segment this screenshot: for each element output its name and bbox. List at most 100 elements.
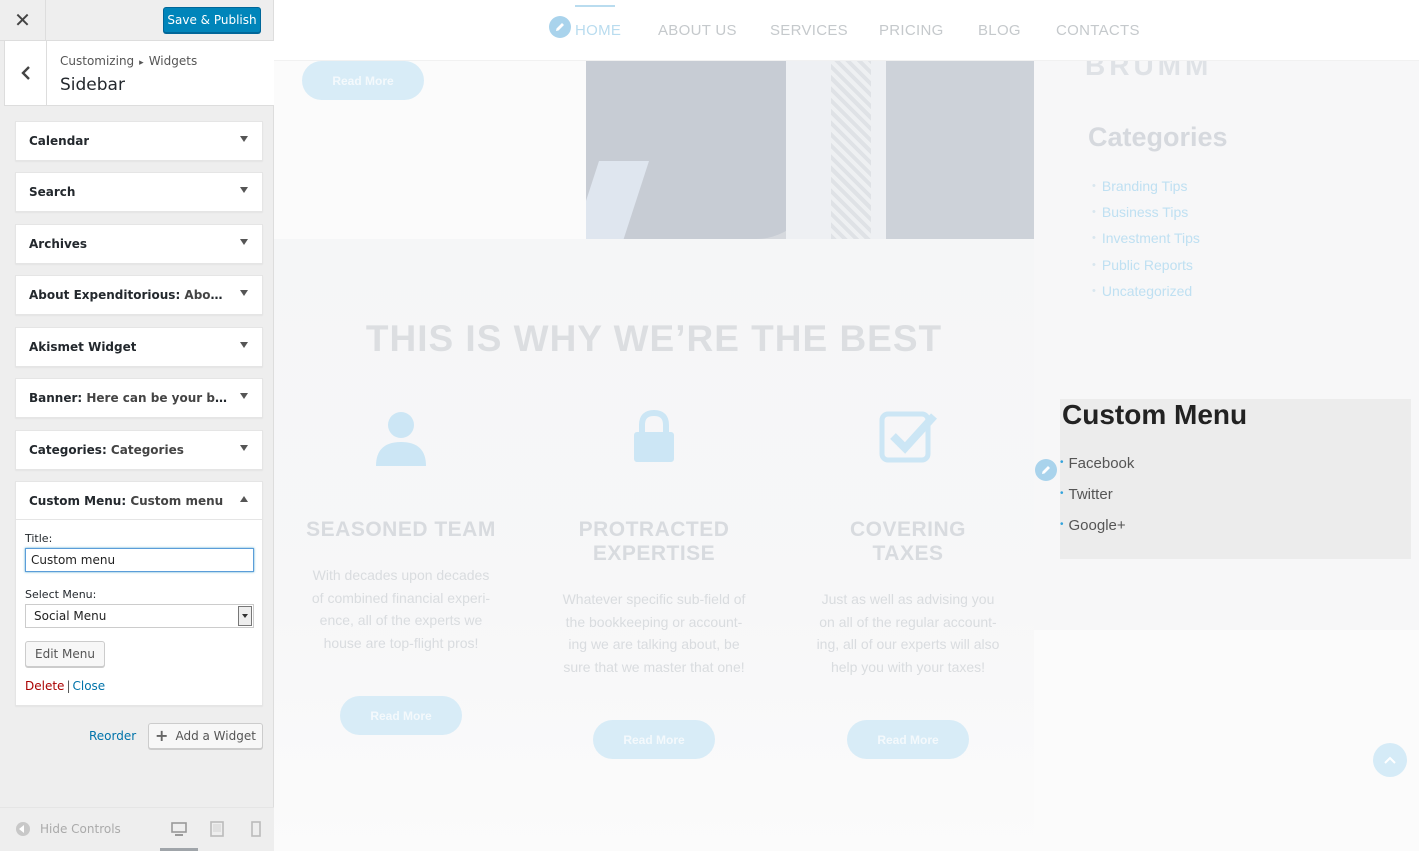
- close-link[interactable]: Close: [72, 679, 105, 693]
- edit-menu-button[interactable]: Edit Menu: [25, 641, 105, 667]
- widget-title: Akismet Widget: [29, 340, 137, 354]
- title-label: Title:: [25, 532, 53, 545]
- desktop-preview-icon[interactable]: [171, 821, 187, 837]
- categories-title: Categories: [1088, 122, 1228, 152]
- feature-title: SEASONED TEAM: [306, 518, 496, 541]
- delete-link[interactable]: Delete: [25, 679, 64, 693]
- breadcrumb-customizing: Customizing: [60, 54, 135, 68]
- expand-arrow-icon[interactable]: [240, 136, 248, 142]
- nav-pricing[interactable]: PRICING: [879, 22, 944, 39]
- read-more-button[interactable]: Read More: [302, 61, 424, 100]
- widget-title: About Expenditorious: About Ex...: [29, 288, 229, 302]
- add-widget-button[interactable]: + Add a Widget: [148, 723, 263, 749]
- widget-title: Calendar: [29, 134, 90, 148]
- expand-arrow-icon[interactable]: [240, 187, 248, 193]
- edit-shortcut-icon[interactable]: [549, 16, 571, 38]
- section-header: Customizing ▸ Widgets Sidebar: [4, 41, 274, 106]
- back-button[interactable]: [5, 41, 47, 105]
- category-link[interactable]: Business Tips: [1092, 199, 1200, 225]
- customizer-footer: Hide Controls: [0, 807, 274, 851]
- widget-search[interactable]: Search: [15, 172, 263, 212]
- expand-arrow-icon[interactable]: [240, 290, 248, 296]
- checkbox-icon: [879, 411, 937, 463]
- expand-arrow-icon[interactable]: [240, 393, 248, 399]
- widget-title: Custom Menu: Custom menu: [29, 493, 224, 508]
- select-menu-label: Select Menu:: [25, 588, 97, 601]
- breadcrumb: Customizing ▸ Widgets: [60, 54, 197, 68]
- feature-text-line: help you with your taxes!: [830, 658, 986, 675]
- widget-calendar[interactable]: Calendar: [15, 121, 263, 161]
- nav-about-us[interactable]: ABOUT US: [658, 22, 737, 39]
- widget-categories[interactable]: Categories: Categories: [15, 430, 263, 470]
- chevron-left-icon: [20, 66, 30, 80]
- feature-title: PROTRACTED: [578, 518, 730, 541]
- feature-text-line: on all of the regular account-: [819, 613, 997, 630]
- save-publish-button[interactable]: Save & Publish: [163, 7, 261, 33]
- collapse-icon: [16, 822, 30, 836]
- feature-text-line: ence, all of the experts we: [319, 612, 483, 629]
- custom-menu-item[interactable]: Facebook: [1060, 455, 1135, 486]
- link-separator: |: [66, 679, 71, 693]
- category-link[interactable]: Public Reports: [1092, 252, 1200, 278]
- widget-about[interactable]: About Expenditorious: About Ex...: [15, 275, 263, 315]
- close-customizer-button[interactable]: ✕: [0, 0, 46, 40]
- tablet-preview-icon[interactable]: [209, 821, 225, 837]
- hide-controls-button[interactable]: Hide Controls: [16, 822, 121, 836]
- active-nav-indicator: [575, 5, 615, 7]
- feature-text-line: house are top-flight pros!: [323, 634, 479, 651]
- read-more-button[interactable]: Read More: [847, 720, 969, 759]
- hero-image: [586, 61, 1034, 239]
- feature-text-line: ing we are talking about, be: [568, 636, 740, 653]
- nav-home[interactable]: HOME: [575, 22, 621, 39]
- feature-covering-taxes: COVERING TAXES Just as well as advising …: [808, 408, 1008, 678]
- dropdown-arrow-icon[interactable]: [238, 606, 252, 626]
- close-icon: ✕: [14, 8, 31, 32]
- widget-form: Title: Custom menu Select Menu: Social M…: [16, 520, 262, 705]
- custom-menu-item[interactable]: Google+: [1060, 517, 1134, 548]
- expand-arrow-icon[interactable]: [240, 239, 248, 245]
- feature-title: EXPERTISE: [592, 542, 716, 565]
- feature-text-line: sure that we master that one!: [563, 658, 745, 675]
- custom-menu-list: Facebook Twitter Google+: [1060, 455, 1135, 548]
- add-widget-label: Add a Widget: [175, 729, 256, 743]
- category-link[interactable]: Branding Tips: [1092, 173, 1200, 199]
- section-headline: THIS IS WHY WE’RE THE BEST: [365, 318, 943, 359]
- expand-arrow-icon[interactable]: [240, 342, 248, 348]
- nav-services[interactable]: SERVICES: [770, 22, 848, 39]
- feature-text-line: the bookkeeping or account-: [565, 613, 743, 630]
- widget-title: Categories: Categories: [29, 443, 184, 457]
- feature-text-line: ing, all of our experts will also: [816, 636, 1000, 653]
- mobile-preview-icon[interactable]: [248, 821, 264, 837]
- chevron-up-icon: [1384, 756, 1396, 764]
- category-link[interactable]: Investment Tips: [1092, 225, 1200, 251]
- lock-icon: [634, 409, 674, 462]
- select-menu-value: Social Menu: [34, 609, 107, 623]
- read-more-button[interactable]: Read More: [593, 720, 715, 759]
- widget-archives[interactable]: Archives: [15, 224, 263, 264]
- feature-text-line: of combined financial experi-: [311, 589, 491, 606]
- nav-blog[interactable]: BLOG: [978, 22, 1021, 39]
- feature-seasoned-team: SEASONED TEAM With decades upon decades …: [301, 408, 501, 654]
- section-title: Sidebar: [60, 75, 125, 95]
- expand-arrow-icon[interactable]: [240, 445, 248, 451]
- edit-widget-shortcut-icon[interactable]: [1035, 459, 1057, 481]
- custom-menu-item[interactable]: Twitter: [1060, 486, 1134, 517]
- title-input[interactable]: Custom menu: [25, 548, 254, 572]
- nav-contacts[interactable]: CONTACTS: [1056, 22, 1140, 39]
- select-menu-dropdown[interactable]: Social Menu: [25, 604, 254, 628]
- widget-banner[interactable]: Banner: Here can be your banner: [15, 378, 263, 418]
- widget-custom-menu-header[interactable]: Custom Menu: Custom menu: [16, 482, 262, 520]
- feature-text-line: With decades upon decades: [312, 567, 490, 583]
- read-more-button[interactable]: Read More: [340, 696, 462, 735]
- widget-title: Search: [29, 185, 76, 199]
- custom-menu-title: Custom Menu: [1062, 399, 1248, 430]
- reorder-link[interactable]: Reorder: [89, 729, 136, 743]
- widget-title: Banner: Here can be your banner: [29, 391, 229, 405]
- category-link[interactable]: Uncategorized: [1092, 278, 1200, 304]
- widget-actions: Delete | Close: [25, 679, 253, 693]
- widget-title: Archives: [29, 237, 88, 251]
- collapse-arrow-icon[interactable]: [240, 496, 248, 502]
- scroll-to-top-button[interactable]: [1373, 743, 1407, 777]
- breadcrumb-separator-icon: ▸: [139, 58, 144, 68]
- widget-akismet[interactable]: Akismet Widget: [15, 327, 263, 367]
